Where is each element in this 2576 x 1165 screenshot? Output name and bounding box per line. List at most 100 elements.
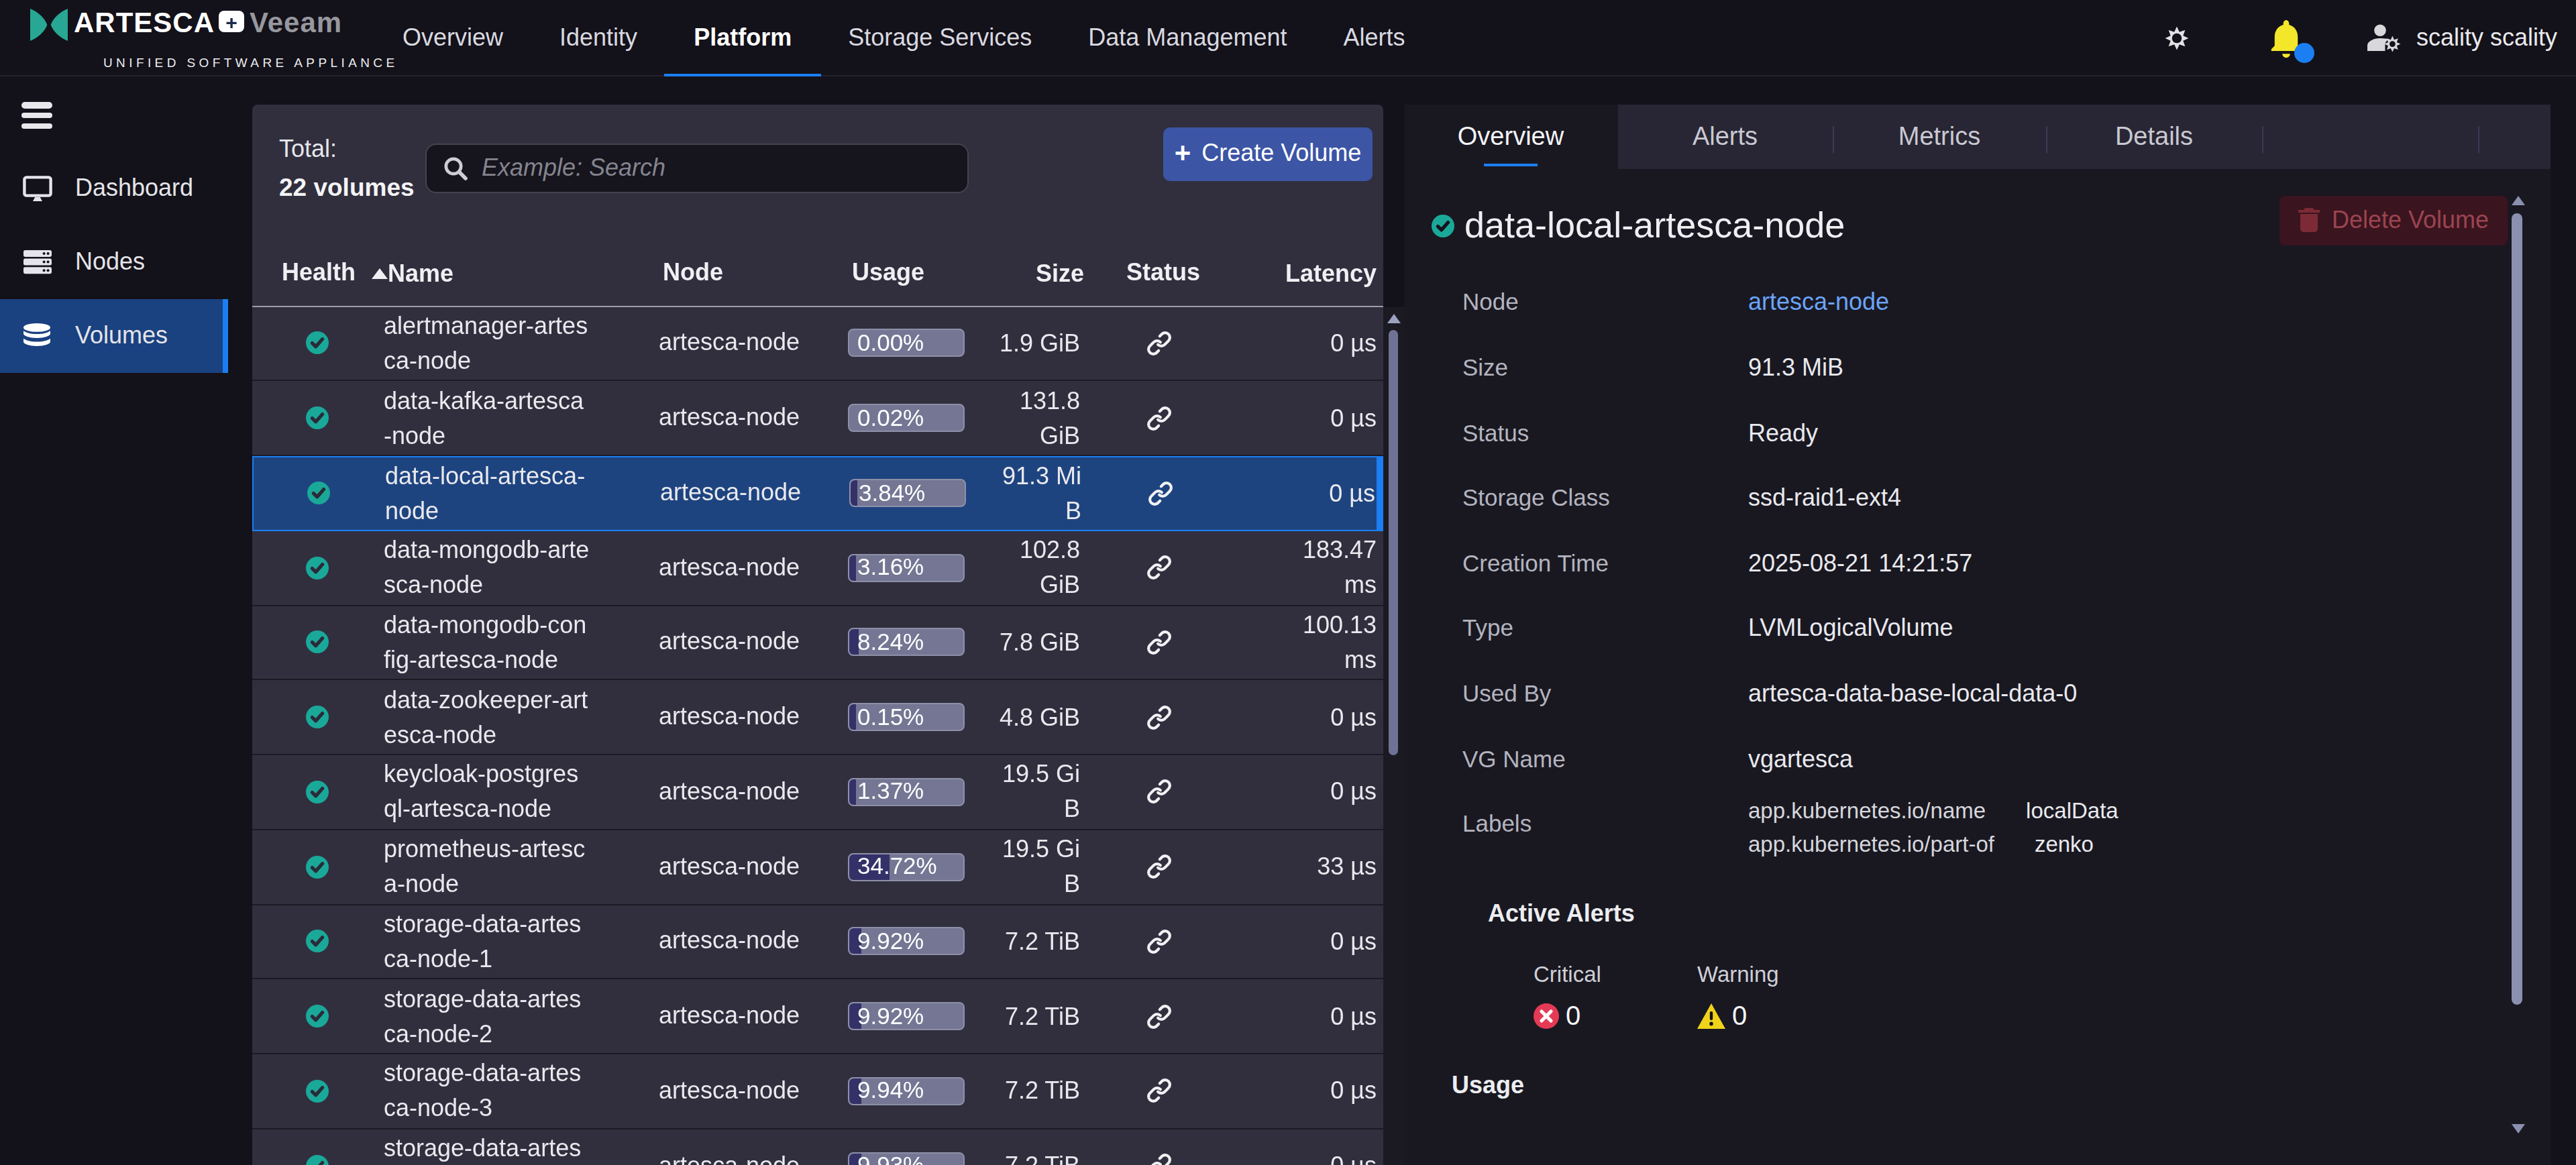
volume-row[interactable]: prometheus-artesca-node artesca-node 34.… <box>252 830 1383 905</box>
table-scrollbar-thumb[interactable] <box>1389 329 1398 755</box>
volume-row[interactable]: storage-data-artesca-node-3 artesca-node… <box>252 1054 1383 1129</box>
status-link-icon[interactable] <box>1146 330 1173 357</box>
active-alerts-heading: Active Alerts <box>1488 900 1635 928</box>
detail-field: Type LVMLogicalVolume <box>1404 596 2523 661</box>
nav-item-alerts[interactable]: Alerts <box>1344 0 1405 76</box>
column-header-node[interactable]: Node <box>663 260 837 288</box>
volume-latency: 0 µs <box>1330 1074 1377 1109</box>
volume-size: 19.5 GiB <box>996 757 1080 827</box>
status-link-icon[interactable] <box>1146 928 1173 955</box>
volume-row[interactable]: storage-data-artesca-node-4 artesca-node… <box>252 1129 1383 1165</box>
notifications-bell-icon[interactable] <box>2269 19 2304 57</box>
nav-item-platform[interactable]: Platform <box>694 0 792 76</box>
volume-row[interactable]: keycloak-postgresql-artesca-node artesca… <box>252 755 1383 830</box>
health-ok-icon <box>306 1080 329 1103</box>
label-pair: app.kubernetes.io/part-ofzenko <box>1748 828 2118 862</box>
field-label: Type <box>1462 615 1513 643</box>
usage-value: 34.72% <box>857 852 937 881</box>
volume-latency: 100.13 ms <box>1301 608 1377 677</box>
status-link-icon[interactable] <box>1146 629 1173 656</box>
create-volume-button[interactable]: + Create Volume <box>1163 127 1373 181</box>
column-header-size[interactable]: Size <box>969 256 1084 291</box>
detail-scrollbar[interactable] <box>2510 104 2525 1165</box>
artesca-veeam-logo: ARTESCA + Veeam UNIFIED SOFTWARE APPLIAN… <box>30 7 342 42</box>
search-input[interactable]: Example: Search <box>425 143 969 193</box>
status-link-icon[interactable] <box>1146 704 1173 730</box>
search-icon <box>443 156 468 181</box>
usage-badge: 8.24% <box>848 628 965 657</box>
volume-size: 102.8 GiB <box>996 533 1080 602</box>
volume-name: data-kafka-artesca-node <box>384 383 592 453</box>
detail-tab-alerts[interactable]: Alerts <box>1617 104 1833 169</box>
scroll-down-icon[interactable] <box>2511 1123 2524 1133</box>
sidebar-item-dashboard[interactable]: Dashboard <box>0 152 228 225</box>
sidebar-toggle-hamburger-icon[interactable] <box>21 102 52 133</box>
sidebar-menu: Dashboard Nodes Volumes <box>0 152 228 373</box>
detail-tab-details[interactable]: Details <box>2046 104 2262 169</box>
sort-asc-icon <box>372 268 388 279</box>
critical-label: Critical <box>1534 962 1601 987</box>
volume-row[interactable]: storage-data-artesca-node-2 artesca-node… <box>252 980 1383 1055</box>
volume-latency: 0 µs <box>1330 400 1377 435</box>
status-link-icon[interactable] <box>1146 554 1173 581</box>
usage-value: 9.93% <box>857 1152 924 1165</box>
status-link-icon[interactable] <box>1147 480 1174 507</box>
scroll-up-icon[interactable] <box>1387 313 1401 323</box>
detail-tab-overview[interactable]: Overview <box>1404 104 1617 169</box>
health-ok-icon <box>306 855 329 878</box>
volume-node: artesca-node <box>660 480 835 508</box>
scroll-up-icon[interactable] <box>2511 196 2524 205</box>
nav-item-data-management[interactable]: Data Management <box>1088 0 1287 76</box>
volume-row[interactable]: data-mongodb-config-artesca-node artesca… <box>252 606 1383 681</box>
volume-row[interactable]: data-zookeeper-artesca-node artesca-node… <box>252 681 1383 756</box>
settings-gear-icon[interactable] <box>2164 25 2190 51</box>
detail-scrollbar-thumb[interactable] <box>2512 213 2522 1005</box>
volume-size: 19.5 GiB <box>996 832 1080 901</box>
volume-latency: 0 µs <box>1330 700 1377 734</box>
field-value: LVMLogicalVolume <box>1748 615 1953 643</box>
volume-health-icon <box>1431 215 1454 237</box>
volume-row[interactable]: data-kafka-artesca-node artesca-node 0.0… <box>252 382 1383 457</box>
nav-item-storage-services[interactable]: Storage Services <box>848 0 1032 76</box>
status-link-icon[interactable] <box>1146 1078 1173 1105</box>
volume-row[interactable]: storage-data-artesca-node-1 artesca-node… <box>252 905 1383 980</box>
status-link-icon[interactable] <box>1146 1003 1173 1030</box>
usage-badge: 9.92% <box>848 928 965 956</box>
main-nav: Overview Identity Platform Storage Servi… <box>402 0 1405 76</box>
user-menu[interactable]: scality scality <box>2367 24 2557 52</box>
volume-row[interactable]: data-local-artesca-node artesca-node 3.8… <box>252 456 1383 531</box>
volume-name: data-mongodb-artesca-node <box>384 533 592 602</box>
logo-plus-icon: + <box>219 11 244 32</box>
sidebar-item-nodes[interactable]: Nodes <box>0 225 228 299</box>
status-link-icon[interactable] <box>1146 404 1173 431</box>
field-label: Used By <box>1462 680 1551 708</box>
volume-name: storage-data-artesca-node-2 <box>384 981 592 1051</box>
volume-name: prometheus-artesca-node <box>384 832 592 901</box>
usage-badge: 9.92% <box>848 1002 965 1030</box>
volume-name: data-mongodb-config-artesca-node <box>384 608 592 677</box>
status-link-icon[interactable] <box>1146 853 1173 880</box>
status-link-icon[interactable] <box>1146 779 1173 806</box>
nav-item-identity[interactable]: Identity <box>559 0 637 76</box>
column-header-latency[interactable]: Latency <box>1242 256 1383 291</box>
health-ok-icon <box>306 781 329 803</box>
table-scrollbar[interactable] <box>1383 307 1404 1165</box>
usage-badge: 9.93% <box>848 1152 965 1165</box>
volume-row[interactable]: alertmanager-artesca-node artesca-node 0… <box>252 307 1383 382</box>
detail-tab-metrics[interactable]: Metrics <box>1833 104 2046 169</box>
column-header-health[interactable]: Health <box>252 260 388 288</box>
volume-row[interactable]: data-mongodb-artesca-node artesca-node 3… <box>252 531 1383 606</box>
status-link-icon[interactable] <box>1146 1152 1173 1165</box>
delete-volume-button[interactable]: Delete Volume <box>2279 195 2508 245</box>
detail-field: Node artesca-node <box>1404 270 2523 335</box>
volume-node: artesca-node <box>659 1077 833 1105</box>
usage-value: 1.37% <box>857 778 924 806</box>
usage-badge: 3.84% <box>849 480 966 508</box>
column-header-name[interactable]: Name <box>388 256 596 291</box>
column-header-status[interactable]: Status <box>1084 260 1242 288</box>
nav-item-overview[interactable]: Overview <box>402 0 503 76</box>
volume-detail-panel: Overview Alerts Metrics Details data-loc… <box>1404 104 2550 1165</box>
column-header-usage[interactable]: Usage <box>852 260 969 288</box>
volume-name: data-zookeeper-artesca-node <box>384 682 592 752</box>
sidebar-item-volumes[interactable]: Volumes <box>0 299 228 373</box>
